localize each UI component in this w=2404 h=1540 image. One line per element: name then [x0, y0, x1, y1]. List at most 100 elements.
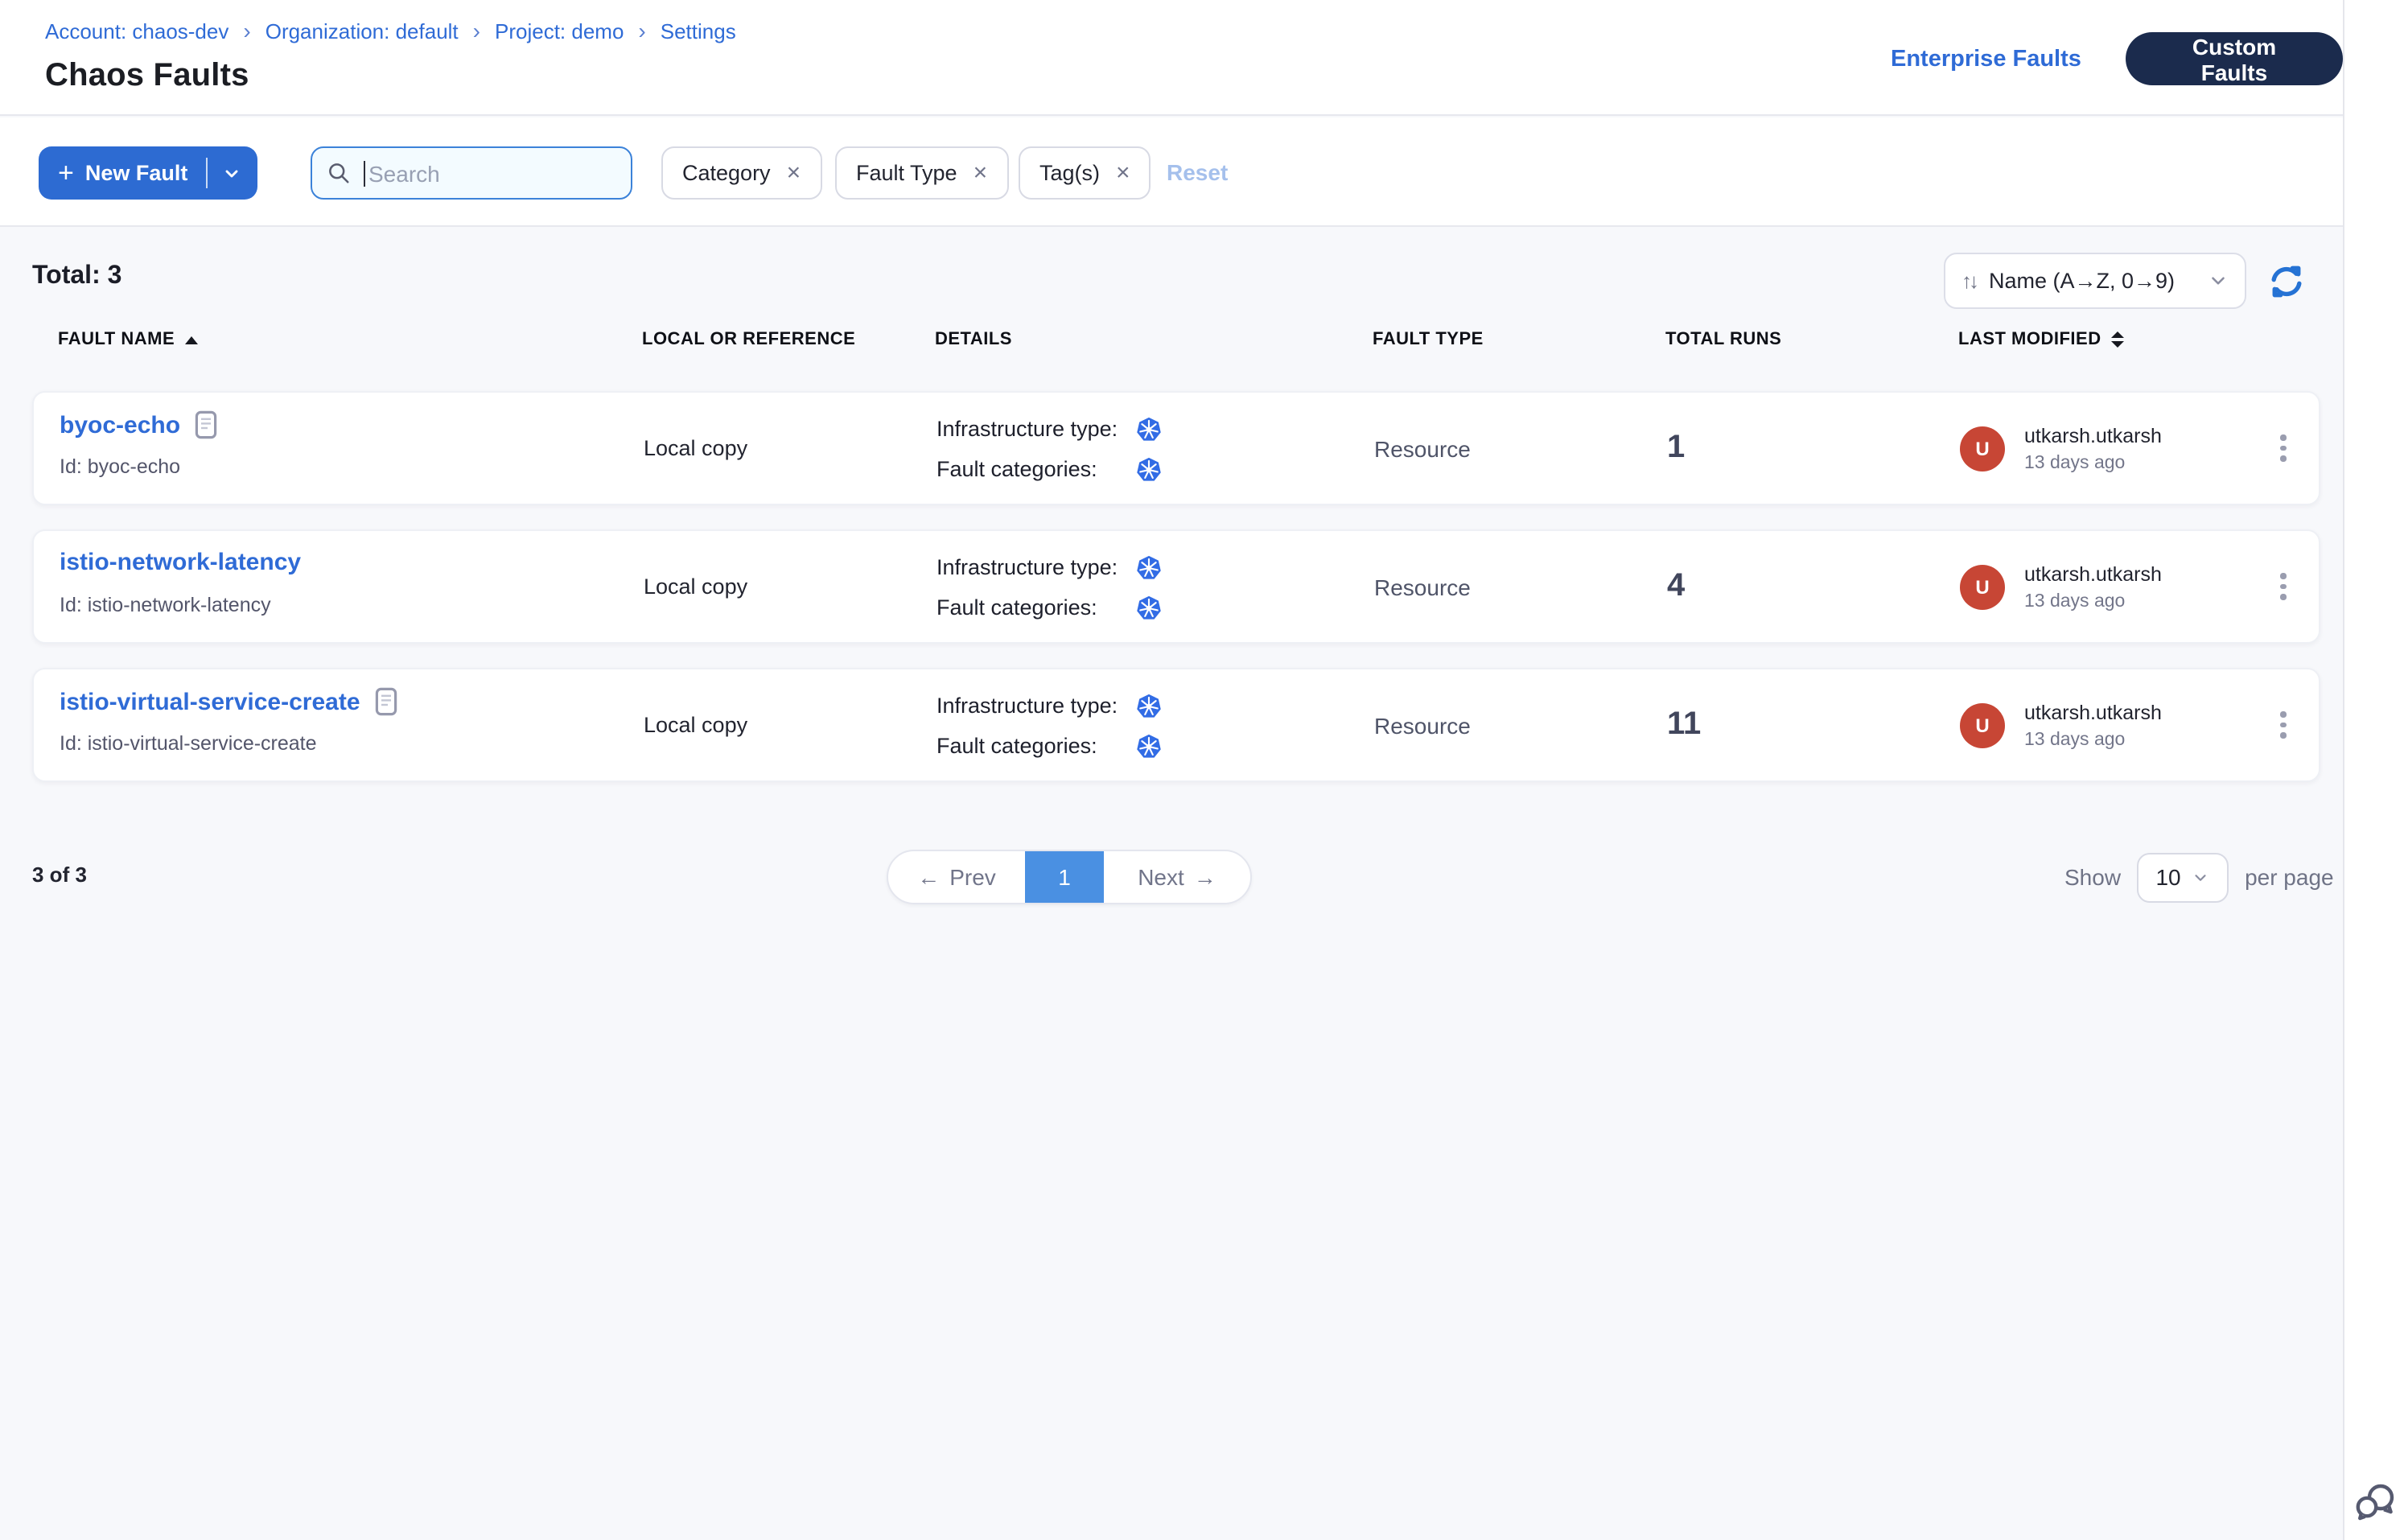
chevron-down-icon — [2192, 868, 2210, 886]
kubernetes-icon — [1136, 693, 1162, 719]
next-page-button[interactable]: Next → — [1104, 851, 1250, 903]
last-modified-cell: U utkarsh.utkarsh 13 days ago — [1960, 393, 2162, 504]
custom-faults-button[interactable]: Custom Faults — [2126, 32, 2343, 85]
fault-id: Id: istio-virtual-service-create — [60, 732, 317, 755]
reset-filters-button[interactable]: Reset — [1167, 146, 1228, 200]
table-row: istio-network-latency Id: istio-network-… — [32, 529, 2320, 644]
total-runs-value: 11 — [1667, 669, 1701, 780]
fault-categories-label: Fault categories: — [936, 734, 1136, 758]
fault-manifest-icon[interactable] — [375, 687, 397, 716]
modified-ago: 13 days ago — [2024, 730, 2162, 749]
fault-name-link[interactable]: byoc-echo — [60, 411, 180, 439]
new-fault-button[interactable]: + New Fault — [39, 146, 257, 200]
fault-details: Infrastructure type: Fault categories: — [936, 547, 1162, 628]
filter-chip-label: Tag(s) — [1039, 161, 1100, 185]
modified-by-user: utkarsh.utkarsh — [2024, 701, 2162, 723]
kubernetes-icon — [1136, 456, 1162, 482]
pagination: ← Prev 1 Next → — [887, 850, 1252, 904]
sort-asc-icon — [184, 336, 197, 344]
search-placeholder: Search — [368, 160, 440, 186]
filter-chip-fault-type[interactable]: Fault Type × — [835, 146, 1008, 200]
fault-categories-label: Fault categories: — [936, 595, 1136, 620]
fault-details: Infrastructure type: Fault categories: — [936, 686, 1162, 766]
show-label: Show — [2064, 864, 2121, 890]
avatar: U — [1960, 564, 2005, 609]
breadcrumb-separator-icon: › — [638, 21, 645, 42]
row-menu-button[interactable] — [2267, 669, 2299, 780]
table-row: byoc-echo Id: byoc-echo Local copy Infra… — [32, 391, 2320, 505]
page-size-control: Show 10 per page — [2064, 850, 2334, 904]
filter-chip-tags[interactable]: Tag(s) × — [1019, 146, 1151, 200]
table-row: istio-virtual-service-create Id: istio-v… — [32, 668, 2320, 782]
modified-ago: 13 days ago — [2024, 591, 2162, 611]
modified-by-user: utkarsh.utkarsh — [2024, 424, 2162, 447]
fault-details: Infrastructure type: Fault categories: — [936, 409, 1162, 489]
breadcrumb-project[interactable]: Project: demo — [495, 19, 624, 43]
text-caret — [364, 160, 365, 186]
page-1-button[interactable]: 1 — [1025, 851, 1104, 903]
column-fault-type: FAULT TYPE — [1373, 330, 1484, 349]
avatar: U — [1960, 702, 2005, 747]
infrastructure-type-label: Infrastructure type: — [936, 555, 1136, 579]
fault-categories-label: Fault categories: — [936, 457, 1136, 481]
total-count: Total: 3 — [32, 262, 121, 291]
table-header: FAULT NAME LOCAL OR REFERENCE DETAILS FA… — [0, 330, 2343, 362]
breadcrumb-account[interactable]: Account: chaos-dev — [45, 19, 228, 43]
total-runs-value: 4 — [1667, 531, 1685, 642]
breadcrumb-settings[interactable]: Settings — [661, 19, 736, 43]
last-modified-cell: U utkarsh.utkarsh 13 days ago — [1960, 669, 2162, 780]
local-or-reference-value: Local copy — [644, 531, 747, 642]
row-menu-button[interactable] — [2267, 393, 2299, 504]
fault-manifest-icon[interactable] — [195, 410, 217, 439]
infrastructure-type-label: Infrastructure type: — [936, 694, 1136, 718]
chat-help-icon[interactable] — [2354, 1480, 2398, 1537]
page-title: Chaos Faults — [45, 58, 249, 95]
kubernetes-icon — [1136, 733, 1162, 759]
plus-icon: + — [58, 157, 74, 189]
kubernetes-icon — [1136, 595, 1162, 620]
page-size-select[interactable]: 10 — [2137, 852, 2229, 902]
column-fault-name[interactable]: FAULT NAME — [58, 330, 197, 349]
fault-name-link[interactable]: istio-virtual-service-create — [60, 688, 360, 715]
sort-dropdown[interactable]: ↑↓ Name (A→Z, 0→9) — [1944, 253, 2246, 309]
column-total-runs: TOTAL RUNS — [1665, 330, 1781, 349]
remove-filter-icon[interactable]: × — [787, 159, 801, 187]
search-icon — [327, 161, 351, 185]
arrow-right-icon: → — [1194, 864, 1216, 890]
arrow-left-icon: ← — [917, 864, 940, 890]
chaos-faults-page: Account: chaos-dev › Organization: defau… — [0, 0, 2404, 1540]
remove-filter-icon[interactable]: × — [1116, 159, 1130, 187]
per-page-label: per page — [2245, 864, 2334, 890]
kubernetes-icon — [1136, 554, 1162, 580]
fault-id: Id: istio-network-latency — [60, 594, 271, 616]
total-runs-value: 1 — [1667, 393, 1685, 504]
fault-type-value: Resource — [1374, 669, 1471, 780]
modified-ago: 13 days ago — [2024, 453, 2162, 472]
filter-chip-label: Fault Type — [856, 161, 957, 185]
refresh-button[interactable] — [2266, 261, 2307, 303]
search-input[interactable]: Search — [311, 146, 632, 200]
toolbar: + New Fault Search Category × Fault Type… — [0, 117, 2343, 227]
fault-name-link[interactable]: istio-network-latency — [60, 549, 301, 576]
button-divider — [205, 158, 207, 188]
enterprise-faults-link[interactable]: Enterprise Faults — [1891, 47, 2081, 72]
row-menu-button[interactable] — [2267, 531, 2299, 642]
top-header: Account: chaos-dev › Organization: defau… — [0, 0, 2343, 116]
fault-type-value: Resource — [1374, 531, 1471, 642]
fault-id: Id: byoc-echo — [60, 455, 180, 478]
column-details: DETAILS — [935, 330, 1012, 349]
filter-chip-category[interactable]: Category × — [661, 146, 821, 200]
column-local-or-reference: LOCAL OR REFERENCE — [642, 330, 855, 349]
prev-page-button[interactable]: ← Prev — [888, 851, 1025, 903]
chevron-down-icon — [2208, 270, 2229, 291]
remove-filter-icon[interactable]: × — [974, 159, 988, 187]
avatar: U — [1960, 426, 2005, 471]
local-or-reference-value: Local copy — [644, 669, 747, 780]
sort-arrows-icon: ↑↓ — [1961, 269, 1976, 293]
last-modified-cell: U utkarsh.utkarsh 13 days ago — [1960, 531, 2162, 642]
chevron-down-icon[interactable] — [221, 163, 241, 183]
column-last-modified[interactable]: LAST MODIFIED — [1958, 330, 2124, 349]
sort-both-icon — [2111, 331, 2124, 348]
kubernetes-icon — [1136, 416, 1162, 442]
breadcrumb-organization[interactable]: Organization: default — [266, 19, 459, 43]
